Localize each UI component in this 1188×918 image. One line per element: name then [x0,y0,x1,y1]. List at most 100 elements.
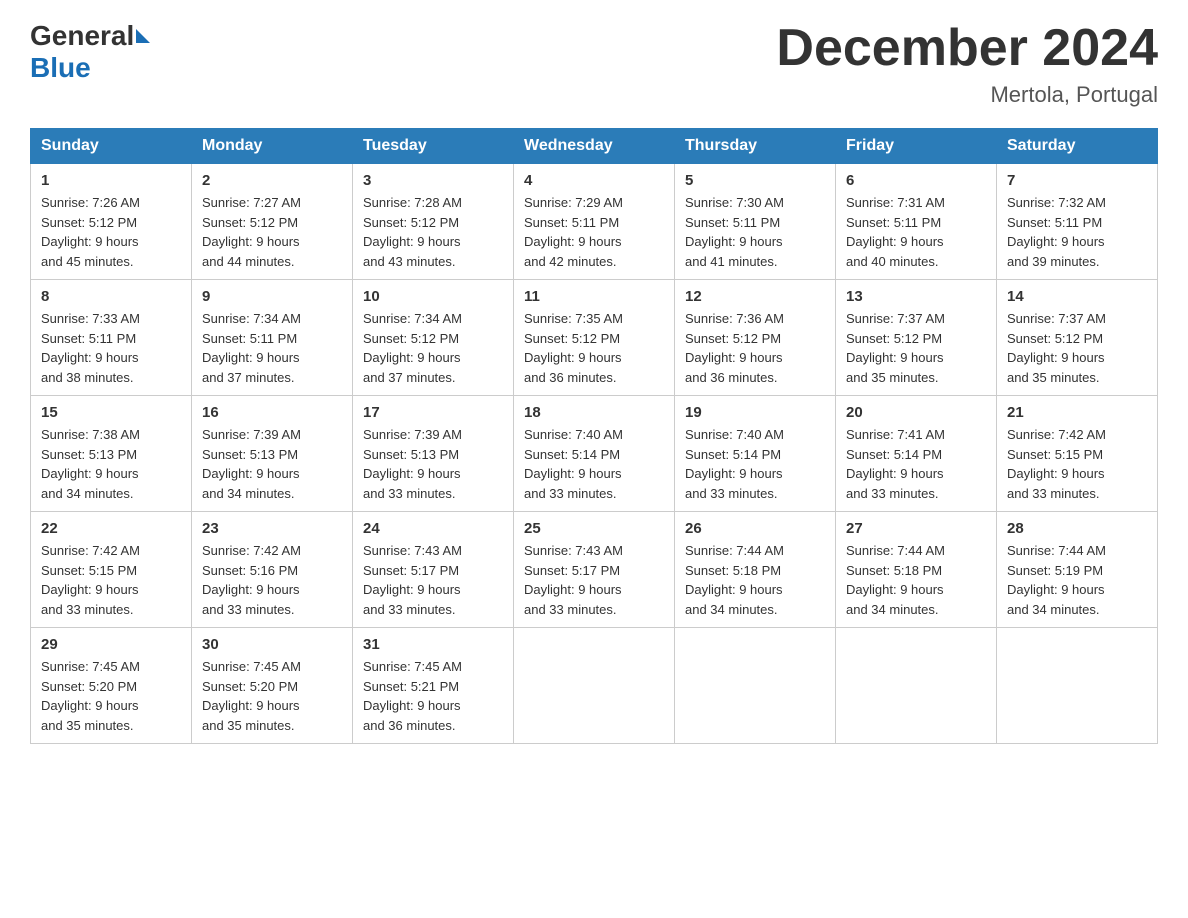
table-row: 22 Sunrise: 7:42 AM Sunset: 5:15 PM Dayl… [31,512,192,628]
day-number: 1 [41,172,181,189]
day-info: Sunrise: 7:37 AM Sunset: 5:12 PM Dayligh… [1007,309,1147,387]
day-info: Sunrise: 7:42 AM Sunset: 5:15 PM Dayligh… [1007,425,1147,503]
logo: General Blue [30,20,152,84]
day-number: 31 [363,636,503,653]
day-number: 6 [846,172,986,189]
table-row [997,628,1158,744]
day-number: 27 [846,520,986,537]
table-row: 12 Sunrise: 7:36 AM Sunset: 5:12 PM Dayl… [675,280,836,396]
table-row: 7 Sunrise: 7:32 AM Sunset: 5:11 PM Dayli… [997,164,1158,280]
day-info: Sunrise: 7:37 AM Sunset: 5:12 PM Dayligh… [846,309,986,387]
calendar-table: Sunday Monday Tuesday Wednesday Thursday… [30,128,1158,744]
day-info: Sunrise: 7:44 AM Sunset: 5:18 PM Dayligh… [685,541,825,619]
day-info: Sunrise: 7:39 AM Sunset: 5:13 PM Dayligh… [202,425,342,503]
table-row: 2 Sunrise: 7:27 AM Sunset: 5:12 PM Dayli… [192,164,353,280]
header-saturday: Saturday [997,129,1158,164]
table-row: 20 Sunrise: 7:41 AM Sunset: 5:14 PM Dayl… [836,396,997,512]
day-number: 10 [363,288,503,305]
day-info: Sunrise: 7:33 AM Sunset: 5:11 PM Dayligh… [41,309,181,387]
table-row [514,628,675,744]
location-subtitle: Mertola, Portugal [776,82,1158,108]
table-row: 30 Sunrise: 7:45 AM Sunset: 5:20 PM Dayl… [192,628,353,744]
day-info: Sunrise: 7:28 AM Sunset: 5:12 PM Dayligh… [363,193,503,271]
header-monday: Monday [192,129,353,164]
header-thursday: Thursday [675,129,836,164]
day-number: 5 [685,172,825,189]
table-row: 13 Sunrise: 7:37 AM Sunset: 5:12 PM Dayl… [836,280,997,396]
table-row: 29 Sunrise: 7:45 AM Sunset: 5:20 PM Dayl… [31,628,192,744]
week-row-1: 1 Sunrise: 7:26 AM Sunset: 5:12 PM Dayli… [31,164,1158,280]
day-info: Sunrise: 7:35 AM Sunset: 5:12 PM Dayligh… [524,309,664,387]
page-header: General Blue December 2024 Mertola, Port… [30,20,1158,108]
day-number: 14 [1007,288,1147,305]
table-row: 24 Sunrise: 7:43 AM Sunset: 5:17 PM Dayl… [353,512,514,628]
table-row: 27 Sunrise: 7:44 AM Sunset: 5:18 PM Dayl… [836,512,997,628]
day-info: Sunrise: 7:42 AM Sunset: 5:16 PM Dayligh… [202,541,342,619]
day-info: Sunrise: 7:34 AM Sunset: 5:11 PM Dayligh… [202,309,342,387]
day-number: 13 [846,288,986,305]
day-number: 22 [41,520,181,537]
day-info: Sunrise: 7:27 AM Sunset: 5:12 PM Dayligh… [202,193,342,271]
day-info: Sunrise: 7:40 AM Sunset: 5:14 PM Dayligh… [524,425,664,503]
day-number: 28 [1007,520,1147,537]
table-row [675,628,836,744]
day-number: 2 [202,172,342,189]
day-number: 9 [202,288,342,305]
day-info: Sunrise: 7:36 AM Sunset: 5:12 PM Dayligh… [685,309,825,387]
week-row-2: 8 Sunrise: 7:33 AM Sunset: 5:11 PM Dayli… [31,280,1158,396]
table-row [836,628,997,744]
day-number: 26 [685,520,825,537]
day-number: 19 [685,404,825,421]
day-info: Sunrise: 7:44 AM Sunset: 5:19 PM Dayligh… [1007,541,1147,619]
table-row: 19 Sunrise: 7:40 AM Sunset: 5:14 PM Dayl… [675,396,836,512]
table-row: 28 Sunrise: 7:44 AM Sunset: 5:19 PM Dayl… [997,512,1158,628]
table-row: 6 Sunrise: 7:31 AM Sunset: 5:11 PM Dayli… [836,164,997,280]
day-number: 15 [41,404,181,421]
table-row: 17 Sunrise: 7:39 AM Sunset: 5:13 PM Dayl… [353,396,514,512]
table-row: 15 Sunrise: 7:38 AM Sunset: 5:13 PM Dayl… [31,396,192,512]
logo-general-text: General [30,20,134,52]
table-row: 8 Sunrise: 7:33 AM Sunset: 5:11 PM Dayli… [31,280,192,396]
table-row: 10 Sunrise: 7:34 AM Sunset: 5:12 PM Dayl… [353,280,514,396]
table-row: 16 Sunrise: 7:39 AM Sunset: 5:13 PM Dayl… [192,396,353,512]
day-info: Sunrise: 7:45 AM Sunset: 5:20 PM Dayligh… [202,657,342,735]
logo-blue-text: Blue [30,52,91,83]
day-info: Sunrise: 7:42 AM Sunset: 5:15 PM Dayligh… [41,541,181,619]
week-row-3: 15 Sunrise: 7:38 AM Sunset: 5:13 PM Dayl… [31,396,1158,512]
table-row: 26 Sunrise: 7:44 AM Sunset: 5:18 PM Dayl… [675,512,836,628]
day-info: Sunrise: 7:43 AM Sunset: 5:17 PM Dayligh… [363,541,503,619]
day-info: Sunrise: 7:30 AM Sunset: 5:11 PM Dayligh… [685,193,825,271]
day-info: Sunrise: 7:39 AM Sunset: 5:13 PM Dayligh… [363,425,503,503]
day-info: Sunrise: 7:26 AM Sunset: 5:12 PM Dayligh… [41,193,181,271]
table-row: 3 Sunrise: 7:28 AM Sunset: 5:12 PM Dayli… [353,164,514,280]
day-number: 3 [363,172,503,189]
header-tuesday: Tuesday [353,129,514,164]
day-number: 18 [524,404,664,421]
table-row: 23 Sunrise: 7:42 AM Sunset: 5:16 PM Dayl… [192,512,353,628]
table-row: 11 Sunrise: 7:35 AM Sunset: 5:12 PM Dayl… [514,280,675,396]
table-row: 14 Sunrise: 7:37 AM Sunset: 5:12 PM Dayl… [997,280,1158,396]
day-info: Sunrise: 7:31 AM Sunset: 5:11 PM Dayligh… [846,193,986,271]
day-info: Sunrise: 7:32 AM Sunset: 5:11 PM Dayligh… [1007,193,1147,271]
week-row-4: 22 Sunrise: 7:42 AM Sunset: 5:15 PM Dayl… [31,512,1158,628]
header-sunday: Sunday [31,129,192,164]
day-number: 25 [524,520,664,537]
table-row: 5 Sunrise: 7:30 AM Sunset: 5:11 PM Dayli… [675,164,836,280]
day-number: 30 [202,636,342,653]
header-friday: Friday [836,129,997,164]
day-info: Sunrise: 7:38 AM Sunset: 5:13 PM Dayligh… [41,425,181,503]
logo-arrow-icon [136,29,150,43]
day-info: Sunrise: 7:34 AM Sunset: 5:12 PM Dayligh… [363,309,503,387]
day-number: 12 [685,288,825,305]
day-number: 24 [363,520,503,537]
day-number: 7 [1007,172,1147,189]
table-row: 21 Sunrise: 7:42 AM Sunset: 5:15 PM Dayl… [997,396,1158,512]
day-info: Sunrise: 7:29 AM Sunset: 5:11 PM Dayligh… [524,193,664,271]
day-number: 16 [202,404,342,421]
day-info: Sunrise: 7:41 AM Sunset: 5:14 PM Dayligh… [846,425,986,503]
day-number: 17 [363,404,503,421]
day-number: 29 [41,636,181,653]
table-row: 25 Sunrise: 7:43 AM Sunset: 5:17 PM Dayl… [514,512,675,628]
day-number: 20 [846,404,986,421]
week-row-5: 29 Sunrise: 7:45 AM Sunset: 5:20 PM Dayl… [31,628,1158,744]
